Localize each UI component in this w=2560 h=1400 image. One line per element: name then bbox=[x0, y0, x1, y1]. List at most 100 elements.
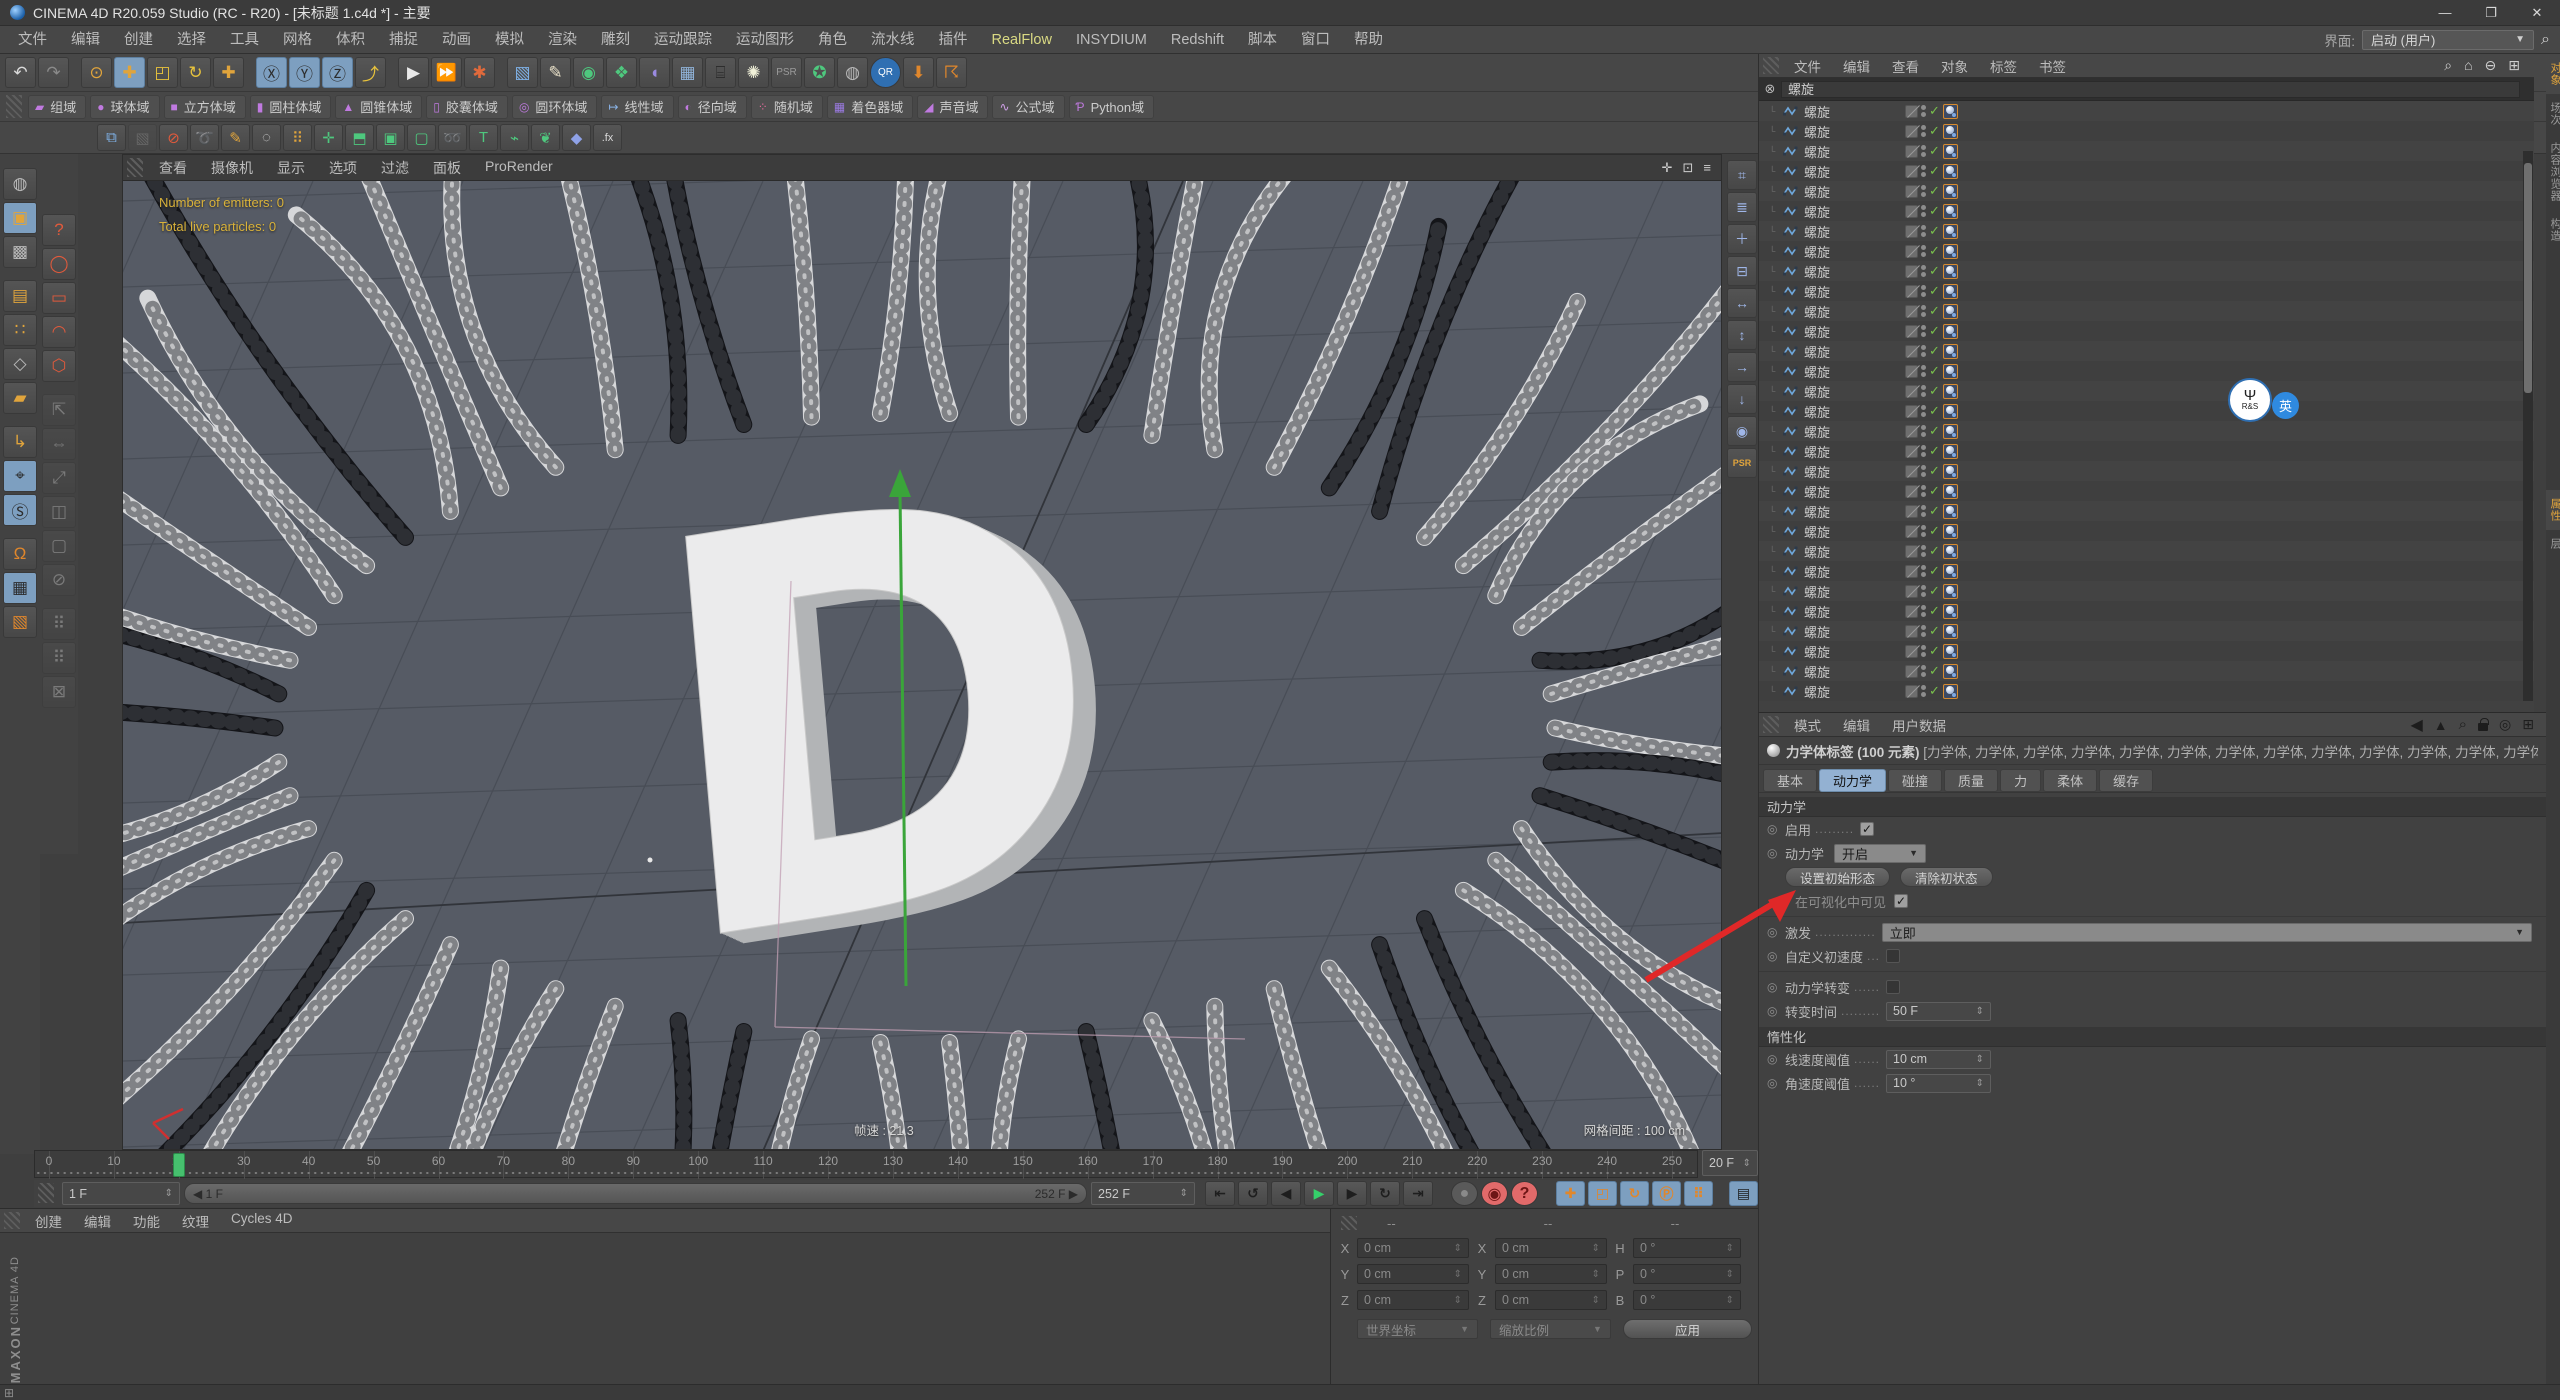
enabled-check-icon[interactable]: ✓ bbox=[1929, 143, 1940, 159]
key-rotation-icon[interactable]: ↻ bbox=[1620, 1181, 1649, 1206]
enable-checkbox[interactable]: ✓ bbox=[1860, 822, 1874, 836]
current-frame-spinner[interactable]: 20 F⇕ bbox=[1702, 1150, 1758, 1178]
preview-range-slider[interactable]: ◀ 1 F 252 F ▶ bbox=[184, 1183, 1087, 1204]
minimize-button[interactable]: — bbox=[2422, 1, 2468, 25]
viewport-solo-icon[interactable]: ⌖ bbox=[3, 460, 37, 492]
visibility-dots[interactable] bbox=[1921, 465, 1926, 477]
no-points-icon[interactable]: ⊘ bbox=[159, 124, 188, 151]
visibility-dots[interactable] bbox=[1921, 125, 1926, 137]
render-dot[interactable] bbox=[1921, 492, 1926, 497]
editor-dot[interactable] bbox=[1921, 385, 1926, 390]
points-mode-icon[interactable]: ∷ bbox=[3, 314, 37, 346]
visible-checkbox[interactable]: ✓ bbox=[1894, 894, 1908, 908]
menu-item-Redshift[interactable]: Redshift bbox=[1159, 26, 1236, 54]
editor-dot[interactable] bbox=[1921, 645, 1926, 650]
object-row-8[interactable]: └螺旋✓ bbox=[1759, 261, 2534, 281]
enable-axis-icon[interactable]: ↳ bbox=[3, 426, 37, 458]
om-search-icon[interactable]: ⌕ bbox=[2444, 57, 2452, 74]
menu-item-用户数据[interactable]: 用户数据 bbox=[1881, 715, 1957, 735]
scale-y-field[interactable]: 0 cm⇕ bbox=[1495, 1264, 1607, 1284]
visibility-dots[interactable] bbox=[1921, 105, 1926, 117]
object-row-1[interactable]: └螺旋✓ bbox=[1759, 121, 2534, 141]
track-circle-icon[interactable]: ◎ bbox=[1767, 1052, 1785, 1066]
transition-time-spinner[interactable]: 50 F⇕ bbox=[1886, 1002, 1991, 1021]
prev-frame-icon[interactable]: ◀ bbox=[1271, 1181, 1301, 1206]
object-row-0[interactable]: └螺旋✓ bbox=[1759, 101, 2534, 121]
rigid-body-tag-icon[interactable] bbox=[1943, 284, 1958, 299]
keyframe-help-icon[interactable]: ? bbox=[1511, 1181, 1538, 1206]
filter-clear-icon[interactable]: ⊗ bbox=[1759, 81, 1781, 97]
scale-mode-dropdown[interactable]: 缩放比例▼ bbox=[1490, 1319, 1611, 1339]
track-circle-icon[interactable]: ◎ bbox=[1767, 925, 1785, 939]
menu-item-Cycles 4D[interactable]: Cycles 4D bbox=[220, 1211, 304, 1231]
rigid-body-tag-icon[interactable] bbox=[1943, 344, 1958, 359]
play-icon[interactable]: ▶ bbox=[1304, 1181, 1334, 1206]
coordinate-space-dropdown[interactable]: 世界坐标▼ bbox=[1357, 1319, 1478, 1339]
attr-tab-碰撞[interactable]: 碰撞 bbox=[1888, 769, 1942, 792]
track-circle-icon[interactable]: ◎ bbox=[1767, 846, 1785, 860]
editor-dot[interactable] bbox=[1921, 605, 1926, 610]
toolbar-grip[interactable] bbox=[6, 95, 22, 118]
timeline-ruler[interactable]: 0102030405060708090100110120130140150160… bbox=[34, 1150, 1698, 1178]
menu-item-模拟[interactable]: 模拟 bbox=[483, 26, 536, 54]
visibility-dots[interactable] bbox=[1921, 305, 1926, 317]
render-dot[interactable] bbox=[1921, 672, 1926, 677]
render-dot[interactable] bbox=[1921, 552, 1926, 557]
menu-item-角色[interactable]: 角色 bbox=[806, 26, 859, 54]
layer-icon[interactable] bbox=[1905, 485, 1918, 498]
enabled-check-icon[interactable]: ✓ bbox=[1929, 583, 1940, 599]
visibility-dots[interactable] bbox=[1921, 585, 1926, 597]
layer-icon[interactable] bbox=[1905, 525, 1918, 538]
render-dot[interactable] bbox=[1921, 452, 1926, 457]
dots-a-icon[interactable]: ⠿ bbox=[42, 608, 76, 640]
editor-dot[interactable] bbox=[1921, 685, 1926, 690]
enabled-check-icon[interactable]: ✓ bbox=[1929, 123, 1940, 139]
render-dot[interactable] bbox=[1921, 512, 1926, 517]
editor-dot[interactable] bbox=[1921, 585, 1926, 590]
render-dot[interactable] bbox=[1921, 212, 1926, 217]
live-select-icon[interactable]: ◯ bbox=[42, 248, 76, 280]
visibility-dots[interactable] bbox=[1921, 625, 1926, 637]
attr-tab-柔体[interactable]: 柔体 bbox=[2043, 769, 2097, 792]
object-row-17[interactable]: └螺旋✓ bbox=[1759, 441, 2534, 461]
close-button[interactable]: ✕ bbox=[2514, 1, 2560, 25]
lasso-select-icon[interactable]: ◠ bbox=[42, 316, 76, 348]
menu-item-选择[interactable]: 选择 bbox=[165, 26, 218, 54]
editor-dot[interactable] bbox=[1921, 265, 1926, 270]
menu-item-捕捉[interactable]: 捕捉 bbox=[377, 26, 430, 54]
polygons-mode-icon[interactable]: ▰ bbox=[3, 382, 37, 414]
editor-dot[interactable] bbox=[1921, 125, 1926, 130]
rotate-icon[interactable]: ↻ bbox=[180, 57, 211, 88]
menu-item-功能[interactable]: 功能 bbox=[122, 1211, 171, 1231]
scale-z-field[interactable]: 0 cm⇕ bbox=[1495, 1290, 1607, 1310]
rigid-body-tag-icon[interactable] bbox=[1943, 504, 1958, 519]
layer-icon[interactable] bbox=[1905, 405, 1918, 418]
magnet-icon[interactable]: Ω bbox=[3, 538, 37, 570]
menu-item-RealFlow[interactable]: RealFlow bbox=[980, 26, 1064, 54]
rigid-body-tag-icon[interactable] bbox=[1943, 424, 1958, 439]
attr-tab-质量[interactable]: 质量 bbox=[1944, 769, 1998, 792]
pick-arrow-icon[interactable]: ▲ bbox=[2434, 717, 2448, 733]
object-row-2[interactable]: └螺旋✓ bbox=[1759, 141, 2534, 161]
enabled-check-icon[interactable]: ✓ bbox=[1929, 103, 1940, 119]
psr-keys-icon[interactable]: PSR bbox=[1727, 448, 1757, 478]
lattice-icon[interactable]: ✪ bbox=[804, 57, 835, 88]
menu-item-编辑[interactable]: 编辑 bbox=[59, 26, 112, 54]
enabled-check-icon[interactable]: ✓ bbox=[1929, 303, 1940, 319]
qr-icon[interactable]: QR bbox=[870, 57, 901, 88]
rigid-body-tag-icon[interactable] bbox=[1943, 524, 1958, 539]
menu-item-工具[interactable]: 工具 bbox=[218, 26, 271, 54]
render-dot[interactable] bbox=[1921, 632, 1926, 637]
editor-dot[interactable] bbox=[1921, 245, 1926, 250]
menu-item-渲染[interactable]: 渲染 bbox=[536, 26, 589, 54]
sphere-icon[interactable]: ◍ bbox=[837, 57, 868, 88]
move-icon[interactable]: ✚ bbox=[114, 57, 145, 88]
camera-icon[interactable]: ⌸ bbox=[705, 57, 736, 88]
scrollbar-thumb[interactable] bbox=[2524, 163, 2532, 393]
python-field-chip[interactable]: ƤPython域 bbox=[1069, 95, 1155, 119]
render-picture-icon[interactable]: ⏩ bbox=[431, 57, 462, 88]
rigid-body-tag-icon[interactable] bbox=[1943, 604, 1958, 619]
menu-item-标签[interactable]: 标签 bbox=[1979, 56, 2028, 76]
text-tool-icon[interactable]: T bbox=[469, 124, 498, 151]
editor-dot[interactable] bbox=[1921, 665, 1926, 670]
